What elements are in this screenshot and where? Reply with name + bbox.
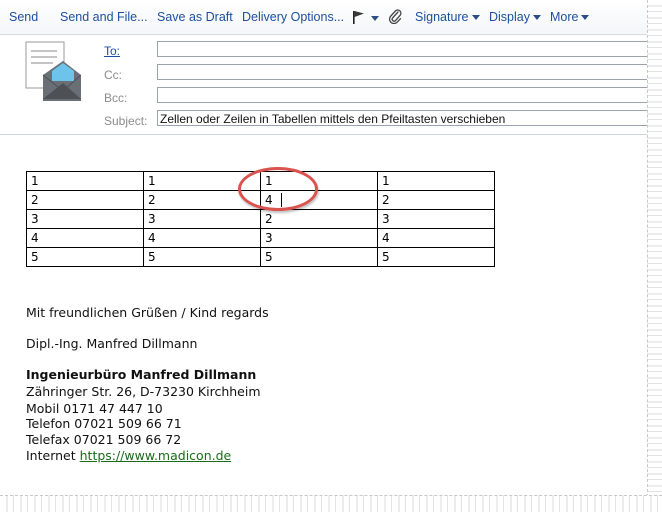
table-cell[interactable]: 5	[26, 247, 144, 267]
chevron-down-icon	[533, 15, 541, 21]
toolbar: Send Send and File... Save as Draft Deli…	[0, 0, 650, 35]
message-header: To: Cc: Bcc: Subject: Zellen oder Zeilen…	[0, 34, 650, 135]
table-cell[interactable]: 2	[26, 190, 144, 210]
address-text: Zähringer Str. 26, D-73230 Kirchheim	[26, 384, 261, 399]
table-row: 3323	[26, 209, 495, 229]
table-cell[interactable]: 3	[377, 209, 495, 229]
to-label[interactable]: To:	[104, 44, 120, 58]
chevron-down-icon	[581, 15, 590, 21]
table-cell[interactable]: 4	[26, 228, 144, 248]
sender-name: Dipl.-Ing. Manfred Dillmann	[26, 336, 198, 351]
phone-text: Telefon 07021 509 66 71	[26, 416, 182, 431]
signature-label: Signature	[415, 10, 469, 24]
subject-label: Subject:	[104, 114, 148, 128]
save-as-draft-button[interactable]: Save as Draft	[157, 10, 233, 24]
table-cell[interactable]: 2	[377, 190, 495, 210]
website-link[interactable]: https://www.madicon.de	[80, 448, 232, 463]
subject-field[interactable]: Zellen oder Zeilen in Tabellen mittels d…	[157, 110, 650, 126]
display-menu[interactable]: Display	[489, 10, 541, 24]
to-field[interactable]	[157, 41, 650, 57]
table-cell[interactable]: 3	[143, 209, 261, 229]
highlight-circle-annotation	[238, 167, 318, 211]
company-name: Ingenieurbüro Manfred Dillmann	[26, 367, 256, 382]
bcc-label: Bcc:	[104, 91, 128, 105]
torn-edge-bottom	[0, 495, 662, 512]
table-cell[interactable]: 4	[143, 228, 261, 248]
company-name-text: Ingenieurbüro Manfred Dillmann	[26, 367, 257, 382]
mobile-text: Mobil 0171 47 447 10	[26, 401, 163, 416]
more-menu[interactable]: More	[550, 10, 590, 24]
table-cell[interactable]: 1	[377, 171, 495, 191]
internet-label: Internet	[26, 448, 76, 463]
table-cell[interactable]: 3	[26, 209, 144, 229]
table-cell[interactable]: 5	[260, 247, 378, 267]
send-and-file-button[interactable]: Send and File...	[60, 10, 148, 24]
cc-label: Cc:	[104, 68, 122, 82]
table-cell[interactable]: 5	[143, 247, 261, 267]
signature-menu[interactable]: Signature	[415, 10, 480, 24]
cc-field[interactable]	[157, 64, 650, 80]
table-cell[interactable]: 2	[260, 209, 378, 229]
paperclip-icon[interactable]	[388, 8, 402, 27]
greeting-text: Mit freundlichen Grüßen / Kind regards	[26, 305, 269, 320]
table-cell[interactable]: 4	[377, 228, 495, 248]
table-row: 5555	[26, 247, 495, 267]
chevron-down-icon	[471, 15, 480, 21]
compose-window: Send Send and File... Save as Draft Deli…	[0, 0, 651, 497]
header-divider	[0, 134, 650, 135]
delivery-options-button[interactable]: Delivery Options...	[242, 10, 344, 24]
more-label: More	[550, 10, 579, 24]
table-row: 4434	[26, 228, 495, 248]
table-cell[interactable]: 1	[26, 171, 144, 191]
envelope-icon	[25, 41, 82, 105]
flag-icon[interactable]	[352, 9, 379, 26]
send-button[interactable]: Send	[9, 10, 38, 24]
fax-text: Telefax 07021 509 66 72	[26, 432, 182, 447]
torn-edge-right	[647, 0, 662, 512]
table-cell[interactable]: 3	[260, 228, 378, 248]
display-label: Display	[489, 10, 530, 24]
table-cell[interactable]: 5	[377, 247, 495, 267]
bcc-field[interactable]	[157, 87, 650, 103]
internet-line: Internet https://www.madicon.de	[26, 448, 231, 463]
